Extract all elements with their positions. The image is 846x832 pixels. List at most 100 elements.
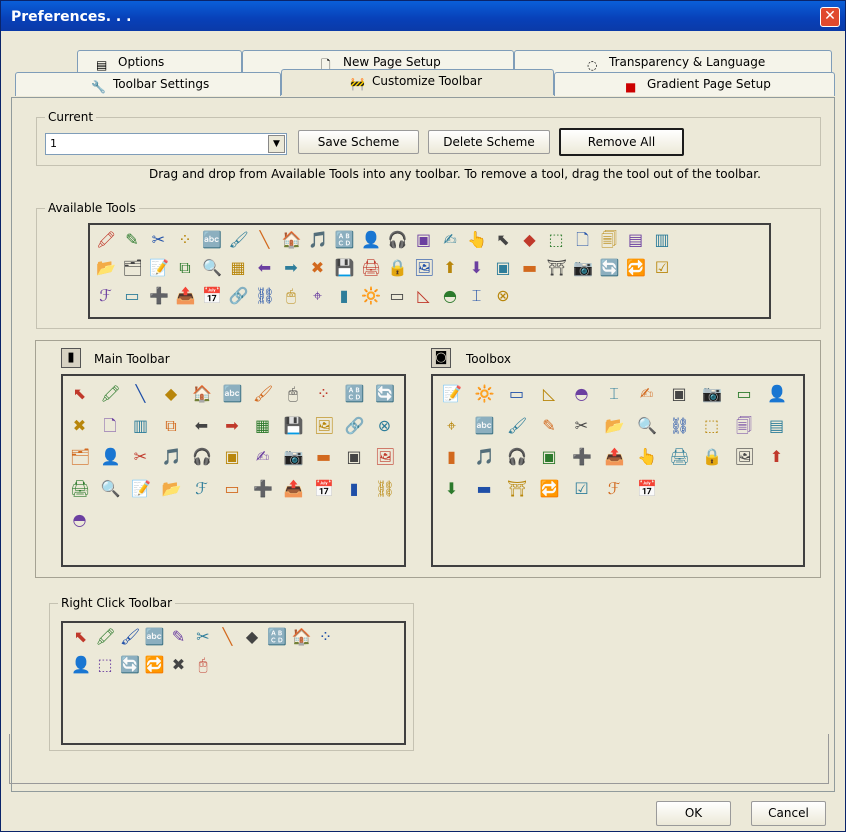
tool-icon[interactable]: 👤 [767, 384, 786, 403]
tool-icon[interactable]: ⧉ [176, 258, 195, 277]
tab-transparency-language[interactable]: ◌ Transparency & Language [514, 50, 832, 74]
tool-icon[interactable]: 👤 [101, 447, 120, 466]
tool-icon[interactable]: ◺ [414, 286, 433, 305]
tool-icon[interactable]: 📅 [202, 286, 221, 305]
tool-icon[interactable]: ✍ [637, 384, 656, 403]
tool-icon[interactable]: 🔒 [702, 447, 721, 466]
tool-icon[interactable]: 🔍 [202, 258, 221, 277]
tool-icon[interactable]: ✂ [572, 416, 591, 435]
tool-icon[interactable]: ▭ [388, 286, 407, 305]
tool-icon[interactable]: 🔒 [388, 258, 407, 277]
tool-icon[interactable]: 🖱 [282, 286, 301, 305]
tool-icon[interactable]: 🖍 [96, 627, 115, 646]
save-scheme-button[interactable]: Save Scheme [298, 130, 419, 154]
tab-options[interactable]: ▤ Options [77, 50, 242, 74]
tool-icon[interactable]: ℱ [605, 479, 624, 498]
tool-icon[interactable]: 🏠 [282, 230, 301, 249]
tool-icon[interactable]: ◓ [441, 286, 460, 305]
tool-icon[interactable]: 🎧 [192, 447, 211, 466]
tool-icon[interactable]: ✎ [169, 627, 188, 646]
tool-icon[interactable]: ⬚ [96, 655, 115, 674]
tool-icon[interactable]: 🏠 [292, 627, 311, 646]
tool-icon[interactable]: ➕ [572, 447, 591, 466]
tool-icon[interactable]: ➕ [149, 286, 168, 305]
tool-icon[interactable]: ▮ [345, 479, 364, 498]
tool-icon[interactable]: ◓ [70, 510, 89, 529]
tool-icon[interactable]: 🔁 [145, 655, 164, 674]
tool-icon[interactable]: ◆ [162, 384, 181, 403]
tool-icon[interactable]: ⬉ [70, 384, 89, 403]
tool-icon[interactable]: ⁘ [314, 384, 333, 403]
tool-icon[interactable]: 👤 [71, 655, 90, 674]
tool-icon[interactable]: ⛓ [255, 286, 274, 305]
tool-icon[interactable]: ⬉ [71, 627, 90, 646]
tool-icon[interactable]: ⧉ [162, 416, 181, 435]
tool-icon[interactable]: 🔄 [600, 258, 619, 277]
tool-icon[interactable]: 🔗 [345, 416, 364, 435]
tool-icon[interactable]: 🖰 [194, 655, 213, 674]
tool-icon[interactable]: ▦ [253, 416, 272, 435]
cancel-button[interactable]: Cancel [751, 801, 826, 826]
tool-icon[interactable]: 🖍 [101, 384, 120, 403]
tool-icon[interactable]: ☑ [653, 258, 672, 277]
tool-icon[interactable]: ⛩ [507, 479, 526, 498]
tool-icon[interactable]: 📷 [702, 384, 721, 403]
tool-icon[interactable]: ▣ [414, 230, 433, 249]
tool-icon[interactable]: ╲ [218, 627, 237, 646]
tool-icon[interactable]: 🎧 [388, 230, 407, 249]
tool-icon[interactable]: ▣ [540, 447, 559, 466]
tool-icon[interactable]: 🔤 [145, 627, 164, 646]
tool-icon[interactable]: 🔆 [361, 286, 380, 305]
tool-icon[interactable]: ➡ [223, 416, 242, 435]
tool-icon[interactable]: ℱ [192, 479, 211, 498]
tool-icon[interactable]: 🗂 [123, 258, 142, 277]
title-bar[interactable]: Preferences. . . ✕ [1, 1, 845, 31]
tool-icon[interactable]: 💾 [284, 416, 303, 435]
tool-icon[interactable]: ☑ [572, 479, 591, 498]
tool-icon[interactable]: 🔤 [223, 384, 242, 403]
tool-icon[interactable]: ⬚ [547, 230, 566, 249]
tool-icon[interactable]: ▬ [314, 447, 333, 466]
tool-icon[interactable]: ✖ [70, 416, 89, 435]
tool-icon[interactable]: ▭ [123, 286, 142, 305]
tool-icon[interactable]: ▮ [335, 286, 354, 305]
tool-icon[interactable]: ✂ [194, 627, 213, 646]
tool-icon[interactable]: 🏠 [192, 384, 211, 403]
tool-icon[interactable]: 📷 [284, 447, 303, 466]
tool-icon[interactable]: ◆ [243, 627, 262, 646]
tool-icon[interactable]: 🖼 [735, 447, 754, 466]
tool-icon[interactable]: ⊗ [375, 416, 394, 435]
tool-icon[interactable]: ➕ [253, 479, 272, 498]
tool-icon[interactable]: 🖌 [229, 230, 248, 249]
tool-icon[interactable]: 🔍 [101, 479, 120, 498]
tool-icon[interactable]: ▥ [653, 230, 672, 249]
delete-scheme-button[interactable]: Delete Scheme [428, 130, 550, 154]
tool-icon[interactable]: ➡ [282, 258, 301, 277]
tool-icon[interactable]: ✖ [169, 655, 188, 674]
tool-icon[interactable]: 🔆 [475, 384, 494, 403]
tool-icon[interactable]: 📅 [637, 479, 656, 498]
tool-icon[interactable]: ⁘ [316, 627, 335, 646]
ok-button[interactable]: OK [656, 801, 731, 826]
tool-icon[interactable]: ⛓ [670, 416, 689, 435]
tool-icon[interactable]: 🖌 [120, 627, 139, 646]
remove-all-button[interactable]: Remove All [559, 128, 684, 156]
tool-icon[interactable]: ⬅ [192, 416, 211, 435]
tool-icon[interactable]: 📂 [605, 416, 624, 435]
tool-icon[interactable]: ⛩ [547, 258, 566, 277]
chevron-down-icon[interactable]: ▼ [268, 135, 285, 153]
tool-icon[interactable]: ▮ [442, 447, 461, 466]
tool-icon[interactable]: ▦ [229, 258, 248, 277]
tool-icon[interactable]: 🔤 [202, 230, 221, 249]
tool-icon[interactable]: 📝 [131, 479, 150, 498]
tool-icon[interactable]: 🗋 [101, 416, 120, 435]
tool-icon[interactable]: ✍ [253, 447, 272, 466]
tool-icon[interactable]: 🔤 [475, 416, 494, 435]
tool-icon[interactable]: 📝 [442, 384, 461, 403]
tool-icon[interactable]: ⌖ [308, 286, 327, 305]
tool-icon[interactable]: 🖍 [96, 230, 115, 249]
tool-icon[interactable]: 💾 [335, 258, 354, 277]
tool-icon[interactable]: ✂ [149, 230, 168, 249]
tool-icon[interactable]: 🔠 [345, 384, 364, 403]
tool-icon[interactable]: 🔄 [120, 655, 139, 674]
